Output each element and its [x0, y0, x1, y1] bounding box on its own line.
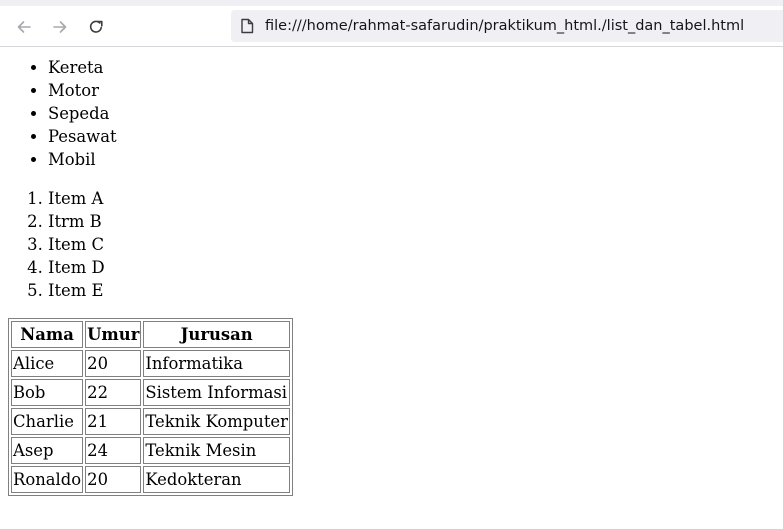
reload-icon — [89, 20, 103, 33]
list-item: Pesawat — [48, 125, 783, 148]
student-table: Nama Umur Jurusan Alice 20 Informatika B… — [8, 318, 293, 496]
list-item: Motor — [48, 79, 783, 102]
table-row: Asep 24 Teknik Mesin — [11, 437, 290, 464]
table-cell: Charlie — [11, 408, 84, 435]
reload-button[interactable] — [82, 13, 110, 41]
table-row: Bob 22 Sistem Informasi — [11, 379, 290, 406]
forward-button[interactable] — [46, 13, 74, 41]
url-bar[interactable]: file:///home/rahmat-safarudin/praktikum_… — [231, 10, 783, 42]
item-ordered-list: Item A Itrm B Item C Item D Item E — [8, 187, 783, 302]
table-cell: 22 — [85, 379, 142, 406]
table-cell: 20 — [85, 350, 142, 377]
arrow-left-icon — [17, 21, 31, 33]
column-header-nama: Nama — [11, 321, 84, 348]
page-content: Kereta Motor Sepeda Pesawat Mobil Item A… — [0, 56, 783, 496]
list-item: Item A — [48, 187, 783, 210]
column-header-jurusan: Jurusan — [143, 321, 290, 348]
page-icon — [239, 18, 255, 34]
table-cell: Asep — [11, 437, 84, 464]
table-row: Ronaldo 20 Kedokteran — [11, 466, 290, 493]
list-item: Item C — [48, 233, 783, 256]
table-cell: 24 — [85, 437, 142, 464]
column-header-umur: Umur — [85, 321, 142, 348]
browser-toolbar: file:///home/rahmat-safarudin/praktikum_… — [0, 0, 783, 47]
table-header-row: Nama Umur Jurusan — [11, 321, 290, 348]
list-item: Mobil — [48, 148, 783, 171]
table-cell: 21 — [85, 408, 142, 435]
arrow-right-icon — [53, 21, 67, 33]
table-cell: Informatika — [143, 350, 290, 377]
list-item: Item E — [48, 279, 783, 302]
list-item: Item D — [48, 256, 783, 279]
table-row: Alice 20 Informatika — [11, 350, 290, 377]
url-text: file:///home/rahmat-safarudin/praktikum_… — [265, 18, 745, 34]
vehicle-list: Kereta Motor Sepeda Pesawat Mobil — [8, 56, 783, 171]
back-button[interactable] — [10, 13, 38, 41]
table-cell: Teknik Komputer — [143, 408, 290, 435]
table-cell: 20 — [85, 466, 142, 493]
table-cell: Kedokteran — [143, 466, 290, 493]
table-row: Charlie 21 Teknik Komputer — [11, 408, 290, 435]
table-cell: Ronaldo — [11, 466, 84, 493]
table-cell: Bob — [11, 379, 84, 406]
table-cell: Teknik Mesin — [143, 437, 290, 464]
list-item: Itrm B — [48, 210, 783, 233]
list-item: Kereta — [48, 56, 783, 79]
table-cell: Alice — [11, 350, 84, 377]
table-cell: Sistem Informasi — [143, 379, 290, 406]
list-item: Sepeda — [48, 102, 783, 125]
